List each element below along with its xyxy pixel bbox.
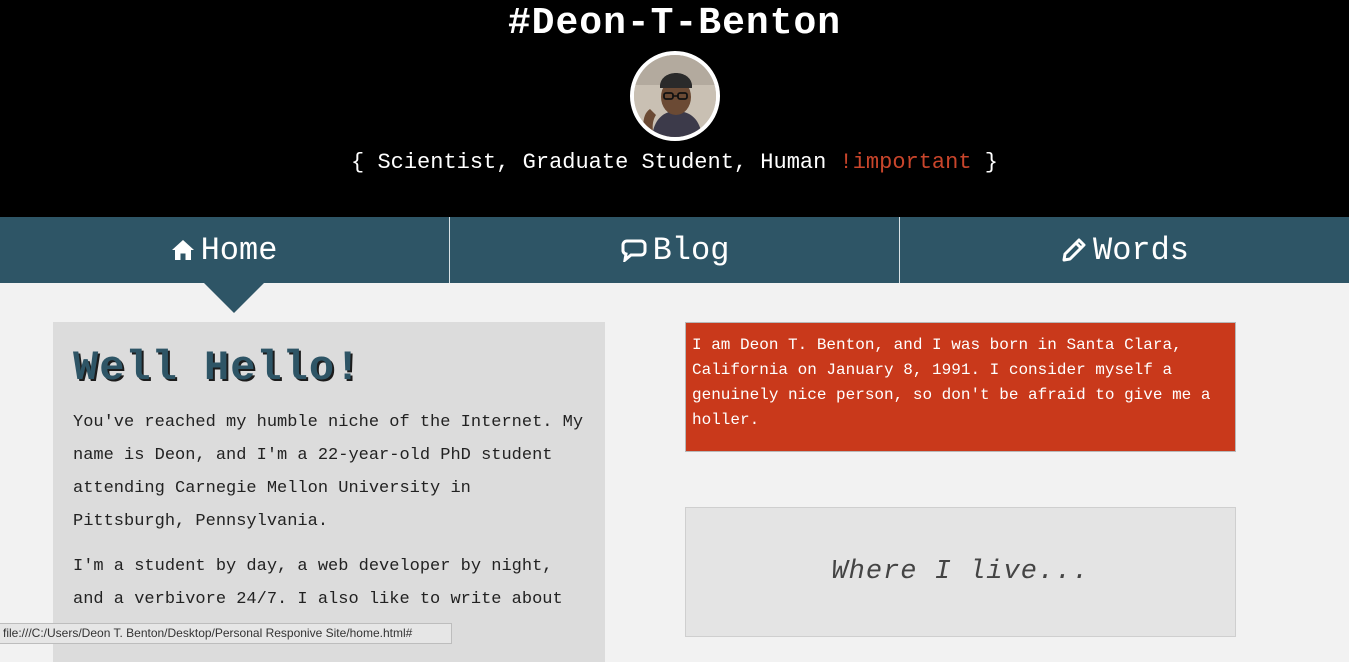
- nav-item-label: Words: [1092, 231, 1189, 269]
- tagline: { Scientist, Graduate Student, Human !im…: [0, 150, 1349, 176]
- nav-item-label: Home: [200, 231, 278, 269]
- intro-card: Well Hello! You've reached my humble nic…: [53, 322, 605, 662]
- tagline-roles: Scientist, Graduate Student, Human: [377, 150, 840, 175]
- avatar: [630, 51, 720, 141]
- bio-box: I am Deon T. Benton, and I was born in S…: [685, 322, 1236, 452]
- nav-item-blog[interactable]: Blog: [449, 217, 900, 283]
- pencil-icon: [1061, 237, 1087, 263]
- nav-item-label: Blog: [652, 231, 730, 269]
- intro-paragraph: You've reached my humble niche of the In…: [73, 413, 584, 531]
- where-i-live-label: Where I live...: [831, 557, 1090, 587]
- site-title: #Deon-T-Benton: [507, 2, 842, 45]
- profile-photo-icon: [634, 55, 716, 137]
- nav-item-words[interactable]: Words: [899, 217, 1349, 283]
- browser-status-bar: file:///C:/Users/Deon T. Benton/Desktop/…: [0, 623, 452, 644]
- site-header: #Deon-T-Benton { Scientist, Graduate Stu…: [0, 0, 1349, 217]
- tagline-important: !important: [839, 150, 972, 175]
- speech-bubble-icon: [621, 238, 647, 262]
- main-nav: Home Blog Words: [0, 217, 1349, 283]
- active-nav-pointer: [204, 283, 264, 313]
- tagline-open: {: [351, 150, 378, 175]
- tagline-close: }: [971, 150, 998, 175]
- home-icon: [171, 239, 195, 261]
- where-i-live-box: Where I live...: [685, 507, 1236, 637]
- intro-heading: Well Hello!: [73, 344, 362, 392]
- nav-item-home[interactable]: Home: [0, 217, 448, 283]
